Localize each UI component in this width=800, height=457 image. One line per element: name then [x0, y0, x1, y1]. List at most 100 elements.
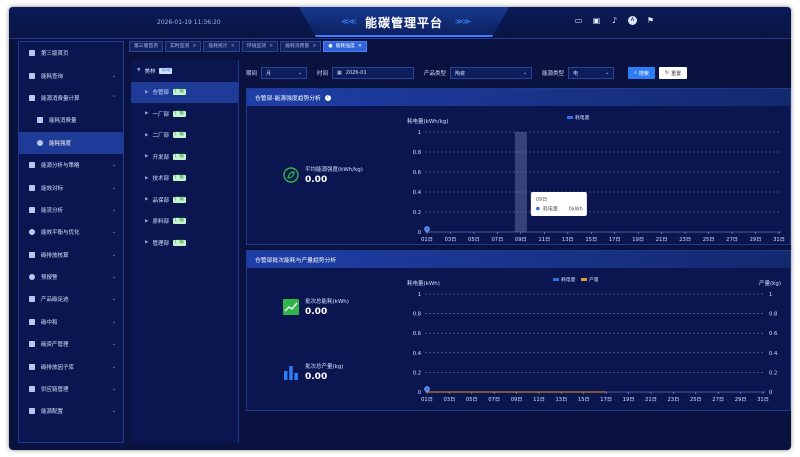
chevron-down-icon: ⌄ [111, 341, 116, 348]
tag-level: 厂级 [172, 175, 186, 182]
tooltip-date: 09日 [536, 197, 547, 203]
kpi-label: 批次总能耗(kWh) [305, 299, 349, 305]
tree-node[interactable]: ▶ 技术部 厂级 [131, 168, 238, 190]
chevron-down-icon: ⌄ [111, 296, 116, 303]
x-tick-label: 09日 [511, 396, 523, 403]
tree-node[interactable]: ▶ 二厂部 厂级 [131, 125, 238, 147]
sidebar-item-alarm[interactable]: 预报警 ⌄ [19, 266, 123, 288]
x-tick-label: 17日 [600, 396, 612, 403]
sidebar-item-energy-calc[interactable]: 能源消费量计算 ⌃ [19, 87, 123, 109]
legend-swatch [567, 116, 573, 119]
reset-button[interactable]: ↻ 重置 [658, 67, 688, 79]
close-icon[interactable]: × [358, 42, 362, 51]
chevron-down-icon: ⌄ [111, 251, 116, 258]
tab-intensity[interactable]: ● 能耗强度 × [323, 41, 368, 52]
tree-node[interactable]: ▶ 开发部 厂级 [131, 146, 238, 168]
search-button[interactable]: ⌕ 搜索 [628, 67, 655, 79]
sidebar-item-carbon-accounting[interactable]: 碳排放核算 ⌄ [19, 244, 123, 266]
tree-node[interactable]: ▶ 管理部 厂级 [131, 232, 238, 254]
analysis-icon [29, 162, 35, 169]
sidebar-item-neutrality[interactable]: 碳中和 ⌄ [19, 311, 123, 333]
tab-consumption[interactable]: 能耗消费量 × [280, 41, 322, 52]
app-screen: 2026-01-19 11:36:20 ≪≪ 能碳管理平台 ≫≫ ▭ ▣ ♪ A… [9, 7, 791, 450]
trend-chart-icon [283, 299, 299, 315]
close-icon[interactable]: × [269, 42, 273, 51]
sidebar-item-benchmark[interactable]: 能效对标 ⌄ [19, 176, 123, 198]
user-menu-icon[interactable]: ⚑ [646, 16, 655, 25]
sidebar-item-home[interactable]: 第三版首页 [19, 42, 123, 64]
config-icon [29, 408, 35, 415]
y-tick-label: 0.8 [413, 150, 421, 156]
product-select[interactable]: 陶瓷 ⌄ [450, 67, 533, 79]
help-icon[interactable]: ? [324, 94, 331, 101]
close-icon[interactable]: × [312, 42, 316, 51]
sidebar-item-energy-query[interactable]: 能耗查询 ⌄ [19, 64, 123, 86]
y2-tick-label: 1 [769, 292, 772, 298]
legend-label: 耗电量 [575, 114, 590, 121]
org-tree: ▼ 美林 公司 ▶ 仓管部 厂级 ▶ 一厂部 厂级 ▶ 二厂部 厂级 ▶ 开发部 厂级 ▶ 技术部… [131, 60, 239, 443]
y2-tick-label: 0.4 [769, 351, 778, 357]
sidebar-item-efficiency[interactable]: 能效平衡与优化 ⌄ [19, 221, 123, 243]
balance-icon [29, 229, 35, 236]
product-label: 产品类型 [424, 71, 447, 77]
tab-statistics[interactable]: 能耗统计 × [203, 41, 240, 52]
energy-select[interactable]: 电 ⌄ [568, 67, 615, 79]
leaf-icon [29, 318, 35, 325]
kpi-label: 平均能源强度(kWh/kg) [305, 167, 363, 173]
sidebar: 第三版首页 能耗查询 ⌄ 能源消费量计算 ⌃ 能耗消费量 能耗强度 能源分析与策略 ⌄… [18, 41, 124, 443]
x-tick-label: 07日 [488, 396, 500, 403]
sidebar-item-energy-consumption[interactable]: 能耗消费量 [19, 109, 123, 131]
tree-node[interactable]: ▶ 原料部 厂级 [131, 211, 238, 233]
grid-icon [37, 117, 43, 124]
y-tick-label: 0 [418, 230, 421, 236]
tooltip-series: 耗电量 [543, 206, 558, 213]
tab-environment[interactable]: 环境监测 × [241, 41, 279, 52]
y2-tick-label: 0.2 [769, 370, 777, 376]
x-tick-label: 29日 [750, 236, 762, 243]
caret-right-icon: ▶ [145, 240, 149, 246]
sidebar-item-carbon-assets[interactable]: 碳资产管理 ⌄ [19, 333, 123, 355]
caret-right-icon: ▶ [145, 197, 149, 203]
y-tick-label: 0 [418, 390, 421, 396]
legend-swatch [581, 278, 587, 281]
tree-node[interactable]: ▶ 一厂部 厂级 [131, 103, 238, 125]
sidebar-item-factor-library[interactable]: 碳排放因子库 ⌄ [19, 355, 123, 377]
time-picker[interactable]: ▦ 2026-01 [332, 67, 415, 79]
tree-node-root[interactable]: ▼ 美林 公司 [131, 60, 238, 82]
monitor-icon[interactable]: ▭ [574, 16, 583, 25]
tab-bar: 第三版首页 实时监测 × 能耗统计 × 环境监测 × 能耗消费量 × ● 能耗强度 × [129, 41, 368, 52]
sidebar-item-energy-analysis[interactable]: 能源分析与策略 ⌄ [19, 154, 123, 176]
close-icon[interactable]: × [231, 42, 235, 51]
hover-band [514, 132, 527, 232]
x-tick-label: 19日 [632, 236, 644, 243]
tag-level: 厂级 [172, 89, 186, 96]
y2-tick-label: 0 [769, 390, 772, 396]
tag-level: 厂级 [172, 110, 186, 117]
x-tick-label: 21日 [656, 236, 668, 243]
x-tick-label: 17日 [609, 236, 621, 243]
y-tick-label: 0.4 [413, 190, 422, 196]
sidebar-item-footprint[interactable]: 产品碳足迹 ⌄ [19, 288, 123, 310]
chevron-down-icon: ⌄ [604, 70, 610, 76]
bell-icon[interactable]: ♪ [610, 16, 619, 25]
y-tick-label: 0.6 [413, 170, 421, 176]
sidebar-item-energy-intensity[interactable]: 能耗强度 [19, 131, 123, 154]
close-icon[interactable]: × [192, 42, 196, 51]
sidebar-item-supply-chain[interactable]: 供应链管理 ⌄ [19, 378, 123, 400]
tree-node[interactable]: ▶ 品保部 厂级 [131, 189, 238, 211]
panel-header: 仓管部-能源强度趋势分析 ? [247, 89, 790, 106]
tab-home[interactable]: 第三版首页 [129, 41, 163, 52]
chevron-down-icon: ⌄ [111, 386, 116, 393]
period-label: 期间 [246, 71, 258, 77]
kpi-value: 0.00 [305, 175, 328, 185]
caret-right-icon: ▶ [145, 111, 149, 117]
header-icons: ▭ ▣ ♪ A ⚑ [574, 16, 655, 25]
sidebar-item-config[interactable]: 能源配置 ⌄ [19, 400, 123, 422]
tab-realtime[interactable]: 实时监测 × [165, 41, 202, 52]
period-select[interactable]: 月 ⌄ [261, 67, 308, 79]
x-tick-label: 27日 [726, 236, 738, 243]
display-icon[interactable]: ▣ [592, 16, 601, 25]
tree-node[interactable]: ▶ 仓管部 厂级 [131, 81, 238, 103]
avatar[interactable]: A [628, 16, 637, 25]
sidebar-item-energy-flow[interactable]: 能流分析 ⌄ [19, 199, 123, 221]
